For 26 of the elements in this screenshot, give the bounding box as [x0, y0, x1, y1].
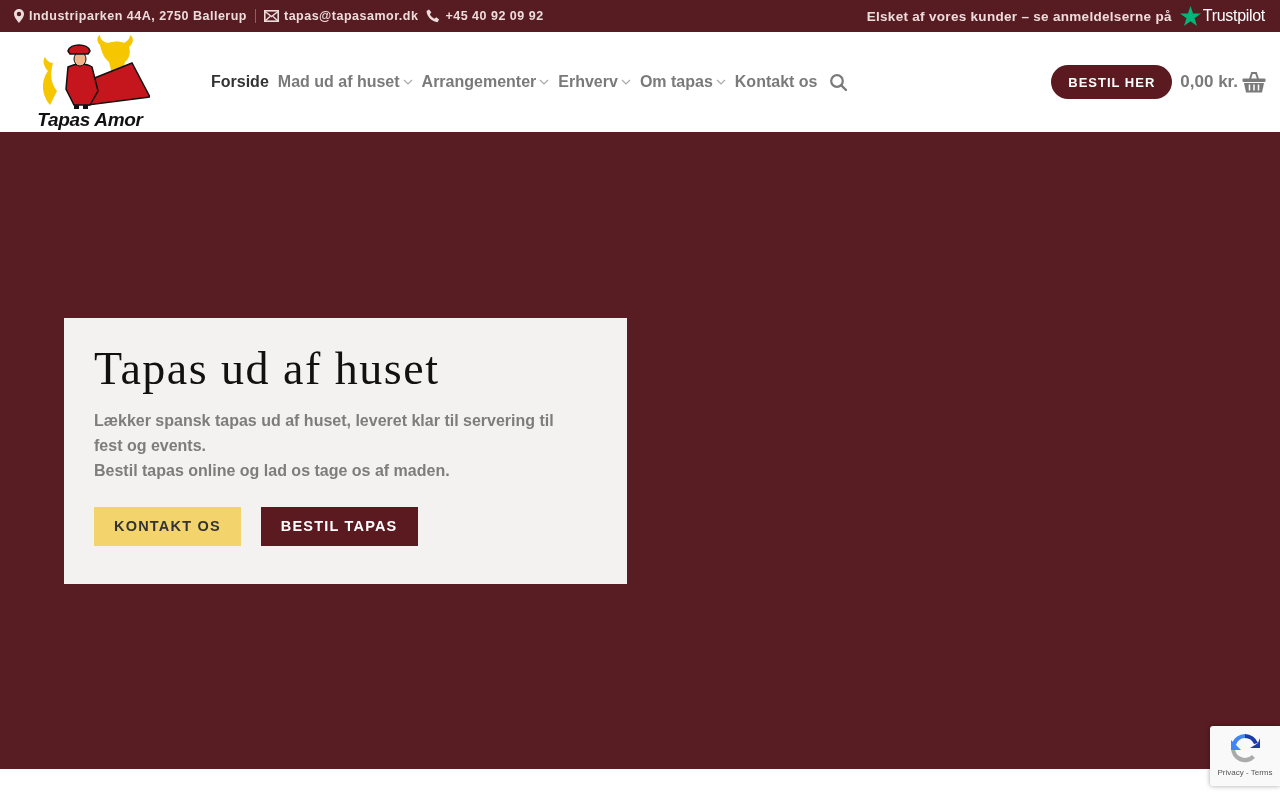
nav-link[interactable]: Arrangementer — [421, 73, 550, 91]
contact-text[interactable]: +45 40 92 09 92 — [445, 9, 544, 23]
cta-button[interactable]: KONTAKT OS — [94, 506, 241, 546]
nav-link[interactable]: Kontakt os — [734, 73, 818, 91]
cart-total[interactable]: 0,00 kr. — [1180, 72, 1238, 92]
recaptcha-logo-icon — [1229, 732, 1261, 764]
nav-link[interactable]: Erhverv — [558, 73, 631, 91]
cta-button[interactable]: BESTIL TAPAS — [260, 506, 418, 546]
location-pin-icon — [14, 9, 24, 23]
hero-description: Lækker spansk tapas ud af huset, leveret klar til servering til fest og events. Bestil tapas online og lad os tage os af maden. — [94, 410, 555, 481]
basket-icon[interactable] — [1242, 71, 1266, 93]
search-icon[interactable] — [830, 73, 848, 91]
hero-title: Tapas ud af huset — [94, 343, 441, 394]
envelope-icon — [263, 10, 279, 22]
logo-text[interactable]: Tapas Amor — [37, 109, 143, 131]
trustpilot-wordmark[interactable]: Trustpilot — [1202, 7, 1265, 25]
contact-text[interactable]: Industriparken 44A, 2750 Ballerup — [29, 9, 247, 23]
star-icon — [1179, 6, 1201, 26]
privacy-terms-links[interactable]: Privacy - Terms — [1217, 768, 1273, 777]
nav-link[interactable]: Mad ud af huset — [277, 73, 413, 91]
review-text: Elsket af vores kunder – se anmeldelserne på — [866, 8, 1172, 24]
contact-text[interactable]: tapas@tapasamor.dk — [283, 9, 419, 23]
nav-link[interactable]: Om tapas — [639, 73, 726, 91]
nav-link[interactable]: Forside — [211, 73, 269, 91]
phone-icon — [426, 9, 441, 23]
order-button[interactable]: BESTIL HER — [1051, 65, 1173, 99]
